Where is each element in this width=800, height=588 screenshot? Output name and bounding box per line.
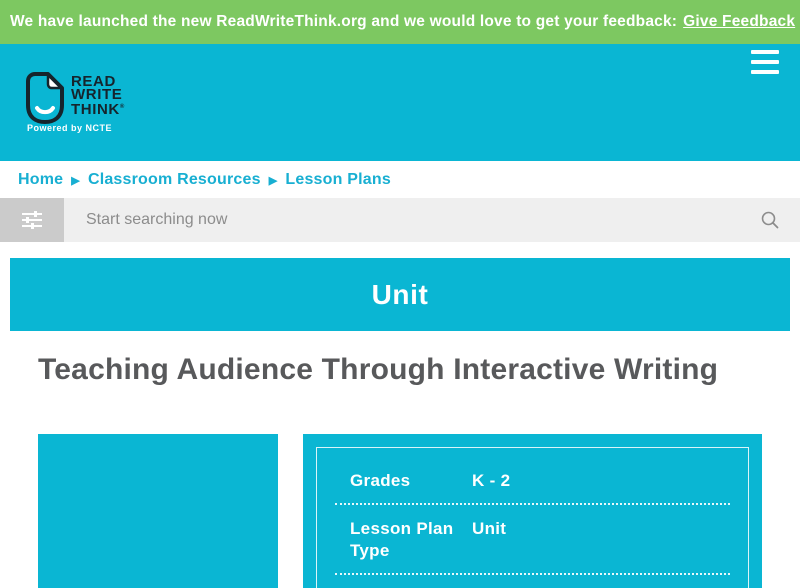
logo-wordmark: READ WRITE THINK® [71,73,125,118]
announcement-banner: We have launched the new ReadWriteThink.… [0,0,800,44]
breadcrumb-lesson-plans-link[interactable]: Lesson Plans [285,171,391,189]
logo-tagline: Powered by NCTE [27,123,113,133]
sliders-icon [22,211,42,229]
lesson-info-table: Grades K - 2 Lesson Plan Type Unit Estim… [316,447,749,588]
resource-type-label: Unit [371,278,429,310]
info-value: Unit [472,519,507,538]
smiling-page-logo-icon [26,72,64,124]
breadcrumb-classroom-resources-link[interactable]: Classroom Resources [88,171,261,189]
info-row-estimated-time: Estimated Thirteen 20-minute [335,575,730,588]
filter-button[interactable] [0,198,64,242]
search-submit-button[interactable] [740,198,800,242]
site-header: READ WRITE THINK® Powered by NCTE [0,44,800,161]
page-title: Teaching Audience Through Interactive Wr… [38,353,719,386]
search-bar [0,198,800,242]
breadcrumb-home-link[interactable]: Home [18,171,63,189]
resource-type-banner: Unit [10,258,790,331]
lesson-info-panel: Grades K - 2 Lesson Plan Type Unit Estim… [303,434,762,588]
menu-bar [751,60,779,64]
media-placeholder [38,434,278,588]
triangle-right-icon: ▶ [268,174,278,187]
info-value: K - 2 [472,471,511,490]
registered-mark: ® [119,104,125,110]
readwritethink-logo[interactable]: READ WRITE THINK® [26,72,125,124]
give-feedback-link[interactable]: Give Feedback [683,13,795,31]
info-label: Grades [350,471,411,490]
info-row-lesson-plan-type: Lesson Plan Type Unit [335,505,730,575]
menu-bar [751,50,779,54]
info-label: Lesson Plan Type [350,519,454,560]
menu-bar [751,70,779,74]
menu-icon[interactable] [751,48,779,82]
breadcrumb: Home ▶ Classroom Resources ▶ Lesson Plan… [0,161,800,198]
announcement-text: We have launched the new ReadWriteThink.… [10,13,678,30]
info-row-grades: Grades K - 2 [335,457,730,505]
content-row: Grades K - 2 Lesson Plan Type Unit Estim… [38,434,762,588]
search-icon [761,211,779,229]
triangle-right-icon: ▶ [71,174,80,187]
search-input[interactable] [64,198,740,242]
